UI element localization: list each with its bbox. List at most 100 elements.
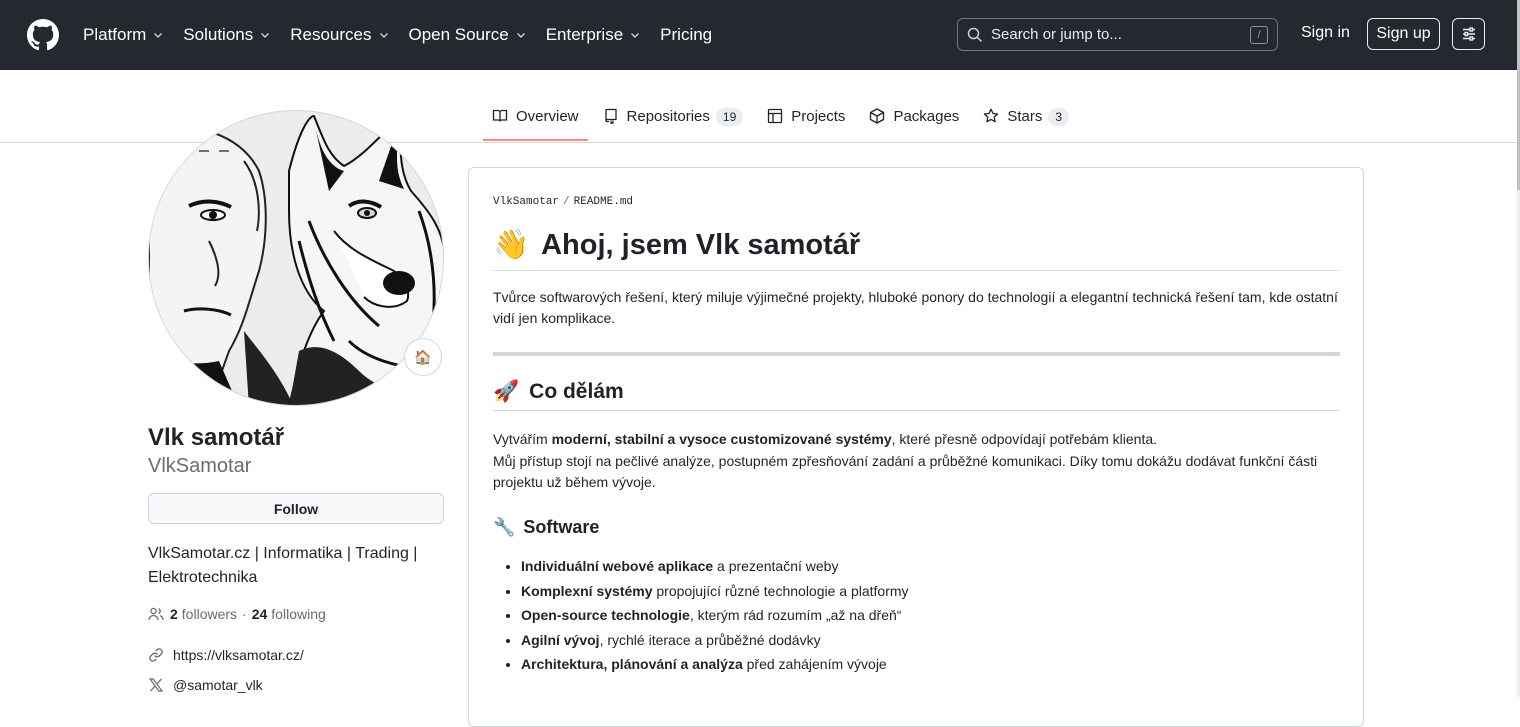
tab-label: Overview xyxy=(516,108,579,125)
readme-intro: Tvůrce softwarových řešení, který miluje… xyxy=(493,289,1338,326)
paragraph-text: Můj přístup stojí na pečlivé analýze, po… xyxy=(493,452,1318,491)
list-item-text: propojující různé technologie a platform… xyxy=(652,582,909,599)
readme-paragraph: Vytvářím moderní, stabilní a vysoce cust… xyxy=(493,429,1343,494)
profile-tabs: Overview Repositories 19 Projects Packag… xyxy=(483,100,1084,142)
search-shortcut-key: / xyxy=(1250,26,1268,44)
list-item: Architektura, plánování a analýza před z… xyxy=(521,652,1341,677)
list-item-bold: Individuální webové aplikace xyxy=(521,558,714,574)
divider xyxy=(493,352,1340,356)
twitter-link[interactable]: @samotar_vlk xyxy=(173,677,263,693)
rocket-icon: 🚀 xyxy=(493,380,520,403)
sliders-icon[interactable] xyxy=(1452,18,1485,50)
readme-owner-link[interactable]: VlkSamotar xyxy=(493,196,559,208)
profile-readme: VlkSamotar / README.md 👋 Ahoj, jsem Vlk sa… xyxy=(468,167,1364,727)
readme-file-link[interactable]: README.md xyxy=(574,196,633,208)
nav-resources[interactable]: Resources xyxy=(290,25,389,45)
search-input[interactable]: Search or jump to... / xyxy=(957,18,1278,51)
subsection-heading-software: 🔧 Software xyxy=(493,517,599,538)
nav-label: Open Source xyxy=(408,25,509,44)
tab-repositories[interactable]: Repositories 19 xyxy=(594,100,753,141)
repo-icon xyxy=(603,108,619,124)
x-logo-icon xyxy=(148,677,164,693)
readme-heading: 👋 Ahoj, jsem Vlk samotář xyxy=(493,228,1340,271)
nav-label: Enterprise xyxy=(545,25,624,44)
list-item-bold: Komplexní systémy xyxy=(521,582,653,599)
waving-hand-icon: 👋 xyxy=(493,229,530,261)
chevron-down-icon xyxy=(259,29,271,41)
star-icon xyxy=(983,108,999,124)
book-icon xyxy=(492,108,508,124)
stars-count-badge: 3 xyxy=(1048,108,1070,126)
chevron-down-icon xyxy=(515,29,527,41)
nav-platform[interactable]: Platform xyxy=(83,25,164,45)
breadcrumb-separator: / xyxy=(563,196,570,208)
list-item: Open-source technologie, kterým rád rozu… xyxy=(521,603,1341,628)
readme-heading-text: Ahoj, jsem Vlk samotář xyxy=(541,228,861,261)
following-label: following xyxy=(271,606,326,622)
nav-solutions[interactable]: Solutions xyxy=(183,25,271,45)
website-link[interactable]: https://vlksamotar.cz/ xyxy=(173,647,304,663)
readme-breadcrumb: VlkSamotar / README.md xyxy=(493,196,633,208)
sign-in-link[interactable]: Sign in xyxy=(1301,24,1350,42)
sign-up-button[interactable]: Sign up xyxy=(1367,18,1440,50)
list-item-bold: Open-source technologie xyxy=(521,607,690,623)
following-count: 24 xyxy=(251,606,268,622)
list-item-text: před zahájením vývoje xyxy=(742,656,887,672)
tab-projects[interactable]: Projects xyxy=(758,100,854,141)
list-item-bold: Agilní vývoj xyxy=(521,631,600,648)
twitter-row: @samotar_vlk xyxy=(148,677,263,693)
followers-link[interactable]: 2 followers xyxy=(170,606,237,622)
followers-count: 2 xyxy=(170,606,178,622)
profile-bio: VlkSamotar.cz | Informatika | Trading | … xyxy=(148,545,418,586)
wrench-icon: 🔧 xyxy=(493,517,516,537)
paragraph-bold: moderní, stabilní a vysoce customizované… xyxy=(551,431,892,447)
tab-label: Repositories xyxy=(626,108,710,125)
github-logo-icon[interactable] xyxy=(27,19,59,51)
people-icon xyxy=(148,606,164,622)
nav-label: Resources xyxy=(290,25,372,44)
section-heading-what-i-do: 🚀 Co dělám xyxy=(493,380,1340,411)
following-link[interactable]: 24 following xyxy=(252,606,326,622)
tab-label: Projects xyxy=(791,108,846,125)
website-row: https://vlksamotar.cz/ xyxy=(148,647,304,663)
nav-pricing[interactable]: Pricing xyxy=(660,25,712,45)
table-icon xyxy=(767,108,783,124)
repositories-count-badge: 19 xyxy=(715,108,744,126)
nav-enterprise[interactable]: Enterprise xyxy=(546,25,641,45)
paragraph-text: Vytvářím xyxy=(493,431,552,447)
chevron-down-icon xyxy=(152,29,164,41)
nav-label: Solutions xyxy=(183,25,254,44)
separator-dot: · xyxy=(242,606,247,622)
nav-label: Pricing xyxy=(660,25,713,44)
nav-label: Platform xyxy=(83,25,147,44)
tab-stars[interactable]: Stars 3 xyxy=(974,100,1078,141)
followers-label: followers xyxy=(181,606,238,622)
tab-overview[interactable]: Overview xyxy=(483,100,588,141)
search-icon xyxy=(967,27,983,43)
chevron-down-icon xyxy=(629,29,641,41)
search-placeholder: Search or jump to... xyxy=(991,26,1122,43)
site-header: Platform Solutions Resources Open Source… xyxy=(0,0,1517,70)
follow-button[interactable]: Follow xyxy=(148,493,444,524)
package-icon xyxy=(869,108,885,124)
subsection-heading-text: Software xyxy=(523,517,600,537)
chevron-down-icon xyxy=(378,29,390,41)
list-item: Individuální webové aplikace a prezentač… xyxy=(521,554,1341,579)
followers-row: 2 followers · 24 following xyxy=(148,606,326,622)
profile-full-name: Vlk samotář xyxy=(148,424,285,451)
list-item-bold: Architektura, plánování a analýza xyxy=(521,656,743,672)
list-item-text: , kterým rád rozumím „až na dřeň“ xyxy=(689,607,902,623)
nav-open-source[interactable]: Open Source xyxy=(409,25,527,45)
paragraph-text: , které přesně odpovídají potřebám klien… xyxy=(891,431,1158,447)
list-item-text: , rychlé iterace a průběžné dodávky xyxy=(599,631,821,648)
link-icon xyxy=(148,647,164,663)
avatar[interactable] xyxy=(148,110,444,406)
list-item: Agilní vývoj, rychlé iterace a průběžné … xyxy=(521,628,1341,653)
section-heading-text: Co dělám xyxy=(529,380,624,403)
tab-packages[interactable]: Packages xyxy=(860,100,968,141)
software-list: Individuální webové aplikace a prezentač… xyxy=(521,554,1341,677)
status-emoji-button[interactable]: 🏠 xyxy=(404,338,442,376)
tab-label: Packages xyxy=(893,108,960,125)
main-nav: Platform Solutions Resources Open Source… xyxy=(83,0,731,70)
house-icon: 🏠 xyxy=(414,348,432,365)
